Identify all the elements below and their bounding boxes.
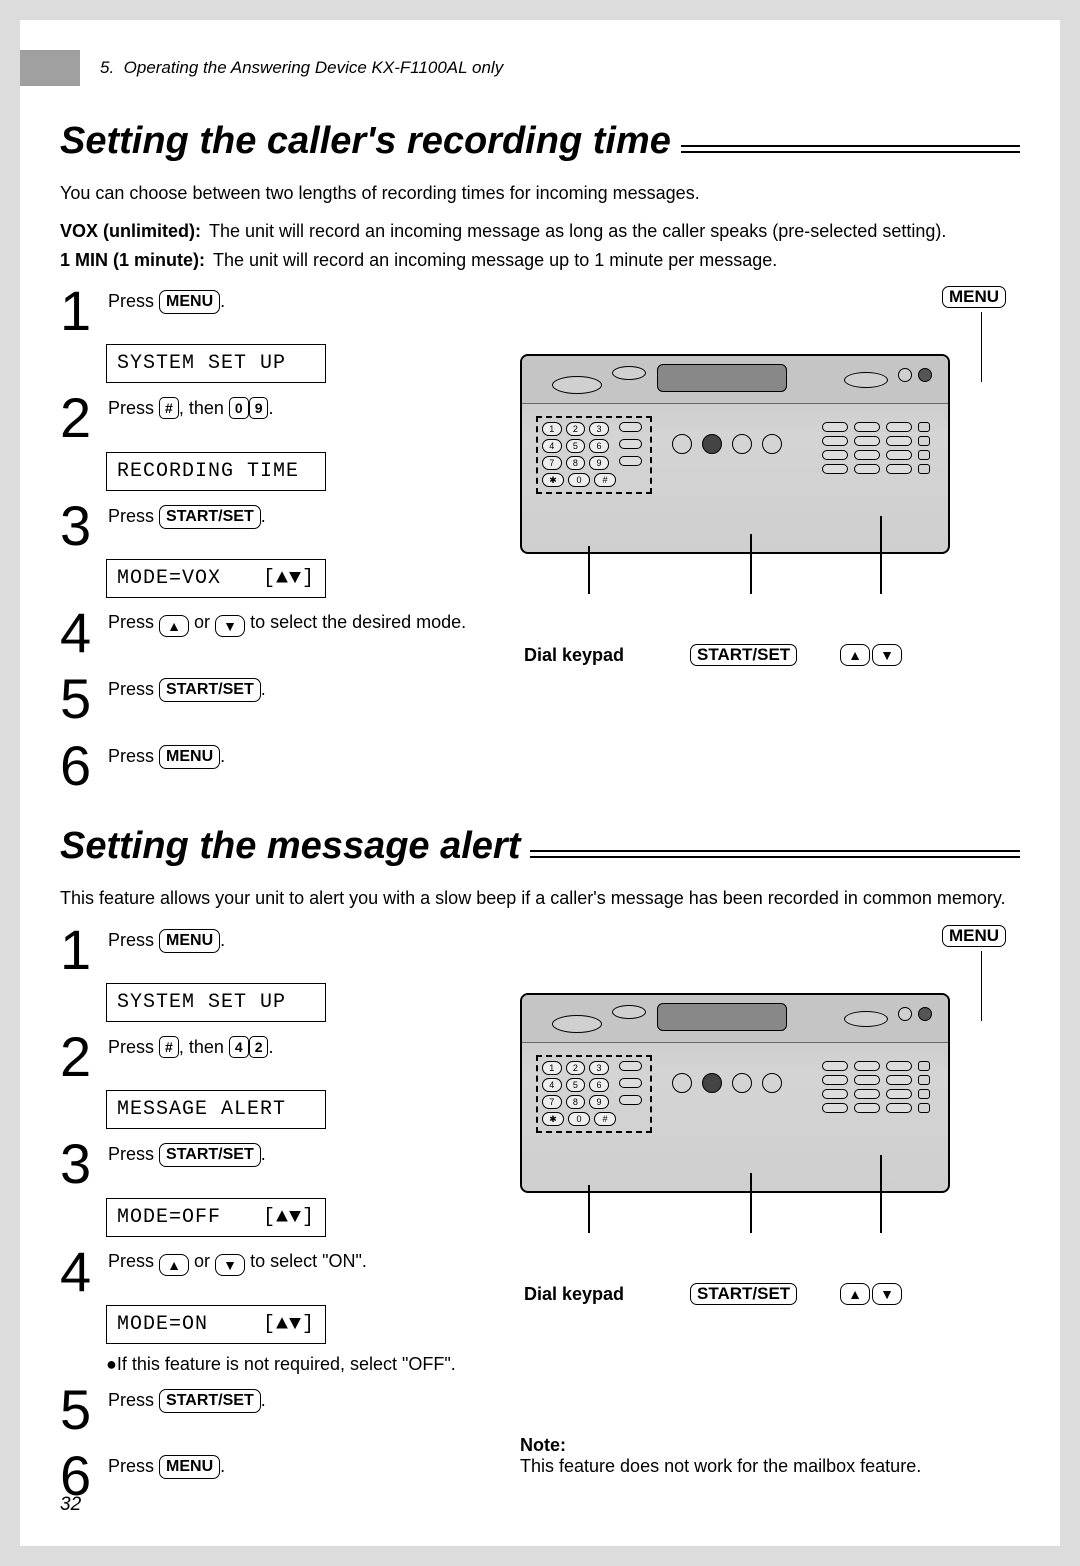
dial-keypad-label: Dial keypad [524,1284,624,1305]
device-illustration: MENU [520,925,1020,1305]
startset-label: START/SET [690,644,797,666]
digit-key: 2 [249,1036,269,1058]
menu-key: MENU [159,745,220,769]
up-arrow-icon: ▲ [840,644,870,666]
def-vox: VOX (unlimited): The unit will record an… [60,219,1020,243]
lcd-icon [657,364,787,392]
menu-key: MENU [159,929,220,953]
section1-title-row: Setting the caller's recording time [60,120,1020,163]
def-min: 1 MIN (1 minute): The unit will record a… [60,248,1020,272]
lcd-display: SYSTEM SET UP [106,983,326,1022]
manual-page: 5. Operating the Answering Device KX-F11… [20,20,1060,1546]
section2-title: Setting the message alert [60,825,520,868]
down-arrow-icon: ▼ [872,644,902,666]
chapter-header: 5. Operating the Answering Device KX-F11… [20,50,1060,86]
chapter-tab [20,50,80,86]
menu-label: MENU [942,286,1006,308]
step-6: 6 Press MENU. [60,741,490,791]
hash-key: # [159,397,179,419]
page-number: 32 [60,1494,81,1516]
down-arrow-icon: ▼ [872,1283,902,1305]
step-4: 4 Press ▲ or ▼ to select the desired mod… [60,608,490,658]
chapter-title: 5. Operating the Answering Device KX-F11… [80,50,503,86]
down-arrow-key: ▼ [215,1254,245,1276]
menu-key: MENU [159,1455,220,1479]
device-box: 123 456 789 ✱0# [520,993,950,1193]
step-5: 5 Press START/SET. [60,674,490,724]
step-2: 2 Press #, then 42. [60,1032,490,1082]
step-4: 4 Press ▲ or ▼ to select "ON". [60,1247,490,1297]
step-3: 3 Press START/SET. [60,1139,490,1189]
lcd-display: MODE=VOX[▲▼] [106,559,326,598]
section2-title-row: Setting the message alert [60,825,1020,868]
startset-key: START/SET [159,678,261,702]
section1-steps: 1 Press MENU. SYSTEM SET UP 2 Press #, t… [60,286,490,795]
dial-keypad: 123 456 789 ✱0# [542,422,642,490]
up-arrow-key: ▲ [159,1254,189,1276]
hash-key: # [159,1036,179,1058]
arrow-keys-label: ▲▼ [840,1283,902,1305]
device-box: 123 456 789 ✱0# [520,354,950,554]
startset-key: START/SET [159,505,261,529]
digit-key: 0 [229,397,249,419]
bullet-note: ●If this feature is not required, select… [106,1354,490,1375]
lcd-display: SYSTEM SET UP [106,344,326,383]
rule-icon [530,850,1020,858]
startset-key: START/SET [159,1389,261,1413]
lcd-icon [657,1003,787,1031]
step-3: 3 Press START/SET. [60,501,490,551]
digit-key: 9 [249,397,269,419]
lcd-display: MESSAGE ALERT [106,1090,326,1129]
arrow-keys-label: ▲▼ [840,644,902,666]
step-6: 6 Press MENU. [60,1451,490,1501]
note-block: Note: This feature does not work for the… [520,1435,1020,1477]
lcd-display: MODE=ON[▲▼] [106,1305,326,1344]
menu-key: MENU [159,290,220,314]
section1-intro: You can choose between two lengths of re… [60,181,1020,205]
step-2: 2 Press #, then 09. [60,393,490,443]
rule-icon [681,145,1020,153]
step-1: 1 Press MENU. [60,286,490,336]
section2-steps: 1 Press MENU. SYSTEM SET UP 2 Press #, t… [60,925,490,1506]
up-arrow-icon: ▲ [840,1283,870,1305]
step-1: 1 Press MENU. [60,925,490,975]
startset-label: START/SET [690,1283,797,1305]
step-5: 5 Press START/SET. [60,1385,490,1435]
section1-title: Setting the caller's recording time [60,120,671,163]
lcd-display: RECORDING TIME [106,452,326,491]
dial-keypad: 123 456 789 ✱0# [542,1061,642,1129]
dial-keypad-label: Dial keypad [524,645,624,666]
startset-key: START/SET [159,1143,261,1167]
device-illustration: MENU [520,286,1020,666]
section2-intro: This feature allows your unit to alert y… [60,886,1020,910]
lcd-display: MODE=OFF[▲▼] [106,1198,326,1237]
up-arrow-key: ▲ [159,615,189,637]
digit-key: 4 [229,1036,249,1058]
down-arrow-key: ▼ [215,615,245,637]
menu-label: MENU [942,925,1006,947]
